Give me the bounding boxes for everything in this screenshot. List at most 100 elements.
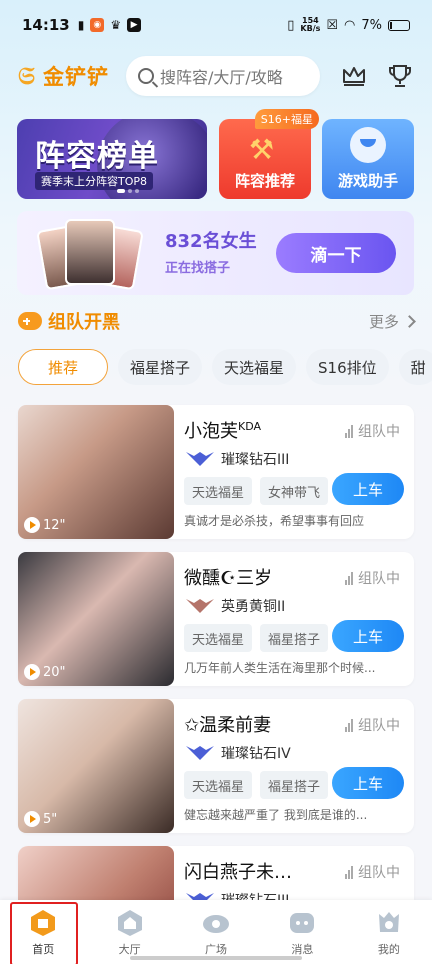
player-card[interactable]: 闪白燕子未… 组队中 璀璨钻石III: [18, 846, 414, 900]
find-partner-card[interactable]: 832名女生 正在找搭子 滴一下: [17, 211, 414, 295]
section-header: 组队开黑 更多: [18, 306, 416, 336]
nav-home-label: 首页: [32, 943, 55, 956]
nav-profile-label: 我的: [377, 943, 400, 956]
signal-bars-icon: [345, 424, 353, 438]
nav-messages-label: 消息: [291, 943, 314, 956]
status-bar: 14:13 ▮ ◉ ♛ ▶ ▯ 154 KB/s ☒ ◠ 7%: [0, 0, 432, 50]
player-bio: 几万年前人类生活在海里那个时候...: [184, 661, 376, 675]
status-right: ▯ 154 KB/s ☒ ◠ 7%: [287, 17, 410, 33]
voice-duration[interactable]: 20": [24, 664, 66, 680]
nav-square-label: 广场: [205, 943, 228, 956]
home-icon: [31, 910, 56, 936]
ping-button[interactable]: 滴一下: [276, 233, 396, 273]
team-status: 组队中: [345, 715, 400, 735]
player-photo[interactable]: 5": [18, 699, 174, 833]
play-icon: [24, 811, 40, 827]
player-photo[interactable]: [18, 846, 174, 900]
player-rank: 璀璨钻石III: [184, 449, 289, 469]
team-status-text: 组队中: [358, 571, 400, 587]
player-photo[interactable]: 12": [18, 405, 174, 539]
crown-icon[interactable]: [340, 62, 368, 90]
tab-recommend[interactable]: 推荐: [18, 349, 108, 385]
player-name-text: 小泡芙: [184, 421, 238, 442]
rank-text: 璀璨钻石III: [221, 452, 290, 468]
join-button[interactable]: 上车: [332, 473, 404, 505]
tab-lucky-partner[interactable]: 福星搭子: [118, 349, 203, 385]
lineup-recommend-banner[interactable]: S16+福星 ⚒ 阵容推荐: [219, 109, 319, 199]
tag-chip: 天选福星: [184, 624, 253, 652]
tag-chips: 天选福星 女神带飞: [184, 477, 329, 505]
nav-home[interactable]: 首页: [0, 900, 86, 964]
game-assistant-banner[interactable]: 游戏助手: [322, 119, 414, 199]
avatar-photo: [65, 219, 115, 285]
lobby-icon: [117, 910, 142, 936]
voice-duration[interactable]: 12": [24, 517, 66, 533]
carousel-indicator: [117, 189, 139, 193]
vibrate-icon: ▯: [287, 17, 295, 33]
chevron-right-icon: [403, 314, 416, 328]
team-status: 组队中: [345, 421, 400, 441]
tab-chosen-lucky[interactable]: 天选福星: [212, 349, 297, 385]
player-photo[interactable]: 20": [18, 552, 174, 686]
rank-text: 璀璨钻石III: [221, 890, 289, 900]
finding-partner-text: 正在找搭子: [165, 261, 231, 276]
banner-subtitle: 赛季末上分阵容TOP8: [35, 172, 154, 190]
play-icon: [24, 517, 40, 533]
wifi-icon: ◠: [344, 17, 356, 33]
rank-text: 英勇黄铜II: [221, 599, 286, 615]
nav-profile[interactable]: 我的: [346, 900, 432, 964]
signal-bars-icon: [345, 865, 353, 879]
team-status: 组队中: [345, 862, 400, 882]
player-card[interactable]: 20" 微醺☪三岁 组队中 英勇黄铜II 天选福星 福星搭子 上车 几万年前人类…: [18, 552, 414, 686]
tag-chip: 天选福星: [184, 477, 253, 505]
player-bio: 真诚才是必杀技，希望事事有回应: [184, 514, 365, 528]
player-card[interactable]: 5" ✩温柔前妻 组队中 璀璨钻石IV 天选福星 福星搭子 上车 健忘越来越严重…: [18, 699, 414, 833]
bronze-rank-icon: [186, 599, 214, 613]
player-name: 微醺☪三岁: [184, 568, 273, 589]
signal-bars-icon: [345, 571, 353, 585]
messages-icon: [290, 913, 315, 933]
speed-unit: KB/s: [300, 24, 321, 33]
square-icon: [203, 915, 230, 933]
sim-icon: ▮: [77, 18, 85, 32]
tab-s16-ranked[interactable]: S16排位: [306, 349, 389, 385]
join-button[interactable]: 上车: [332, 767, 404, 799]
team-status: 组队中: [345, 568, 400, 588]
diamond-rank-icon: [186, 452, 214, 466]
profile-icon: [378, 912, 399, 932]
lineup-ranking-banner[interactable]: 阵容榜单 赛季末上分阵容TOP8: [17, 119, 207, 199]
app-notification-icon: ◉: [90, 18, 105, 32]
lineup-recommend-label: 阵容推荐: [234, 172, 295, 190]
rank-text: 璀璨钻石IV: [221, 746, 291, 762]
mascot-icon: [350, 127, 386, 163]
tab-sweet[interactable]: 甜: [398, 349, 432, 385]
duration-text: 5": [43, 811, 58, 827]
tag-chip: 福星搭子: [260, 771, 329, 799]
more-link[interactable]: 更多: [369, 311, 416, 332]
filter-tabs: 推荐 福星搭子 天选福星 S16排位 甜: [18, 349, 432, 385]
nav-lobby[interactable]: 大厅: [86, 900, 172, 964]
app-name: 金铲铲: [43, 65, 109, 89]
search-bar[interactable]: 搜阵容/大厅/攻略: [126, 56, 320, 96]
player-card[interactable]: 12" 小泡芙KDA 组队中 璀璨钻石III 天选福星 女神带飞 上车 真诚才是…: [18, 405, 414, 539]
nav-messages[interactable]: 消息: [259, 900, 345, 964]
section-title: 组队开黑: [48, 312, 120, 333]
voice-duration[interactable]: 5": [24, 811, 57, 827]
season-tag: S16+福星: [254, 109, 319, 129]
team-status-text: 组队中: [358, 424, 400, 440]
player-name: 闪白燕子未…: [184, 862, 292, 883]
crown-notification-icon: ♛: [110, 18, 122, 32]
join-button[interactable]: 上车: [332, 620, 404, 652]
app-header: 𝔖 金铲铲 搜阵容/大厅/攻略: [0, 56, 432, 98]
shovel-icon: ⚒: [249, 133, 275, 166]
battery-icon: [388, 19, 410, 31]
team-status-text: 组队中: [358, 865, 400, 881]
diamond-rank-icon: [186, 746, 214, 760]
nav-square[interactable]: 广场: [173, 900, 259, 964]
player-rank: 璀璨钻石IV: [184, 743, 291, 763]
diamond-rank-icon: [186, 893, 214, 900]
player-rank: 英勇黄铜II: [184, 596, 285, 616]
duration-text: 12": [43, 517, 66, 533]
player-name: 小泡芙KDA: [184, 417, 261, 443]
trophy-icon[interactable]: [386, 62, 414, 90]
